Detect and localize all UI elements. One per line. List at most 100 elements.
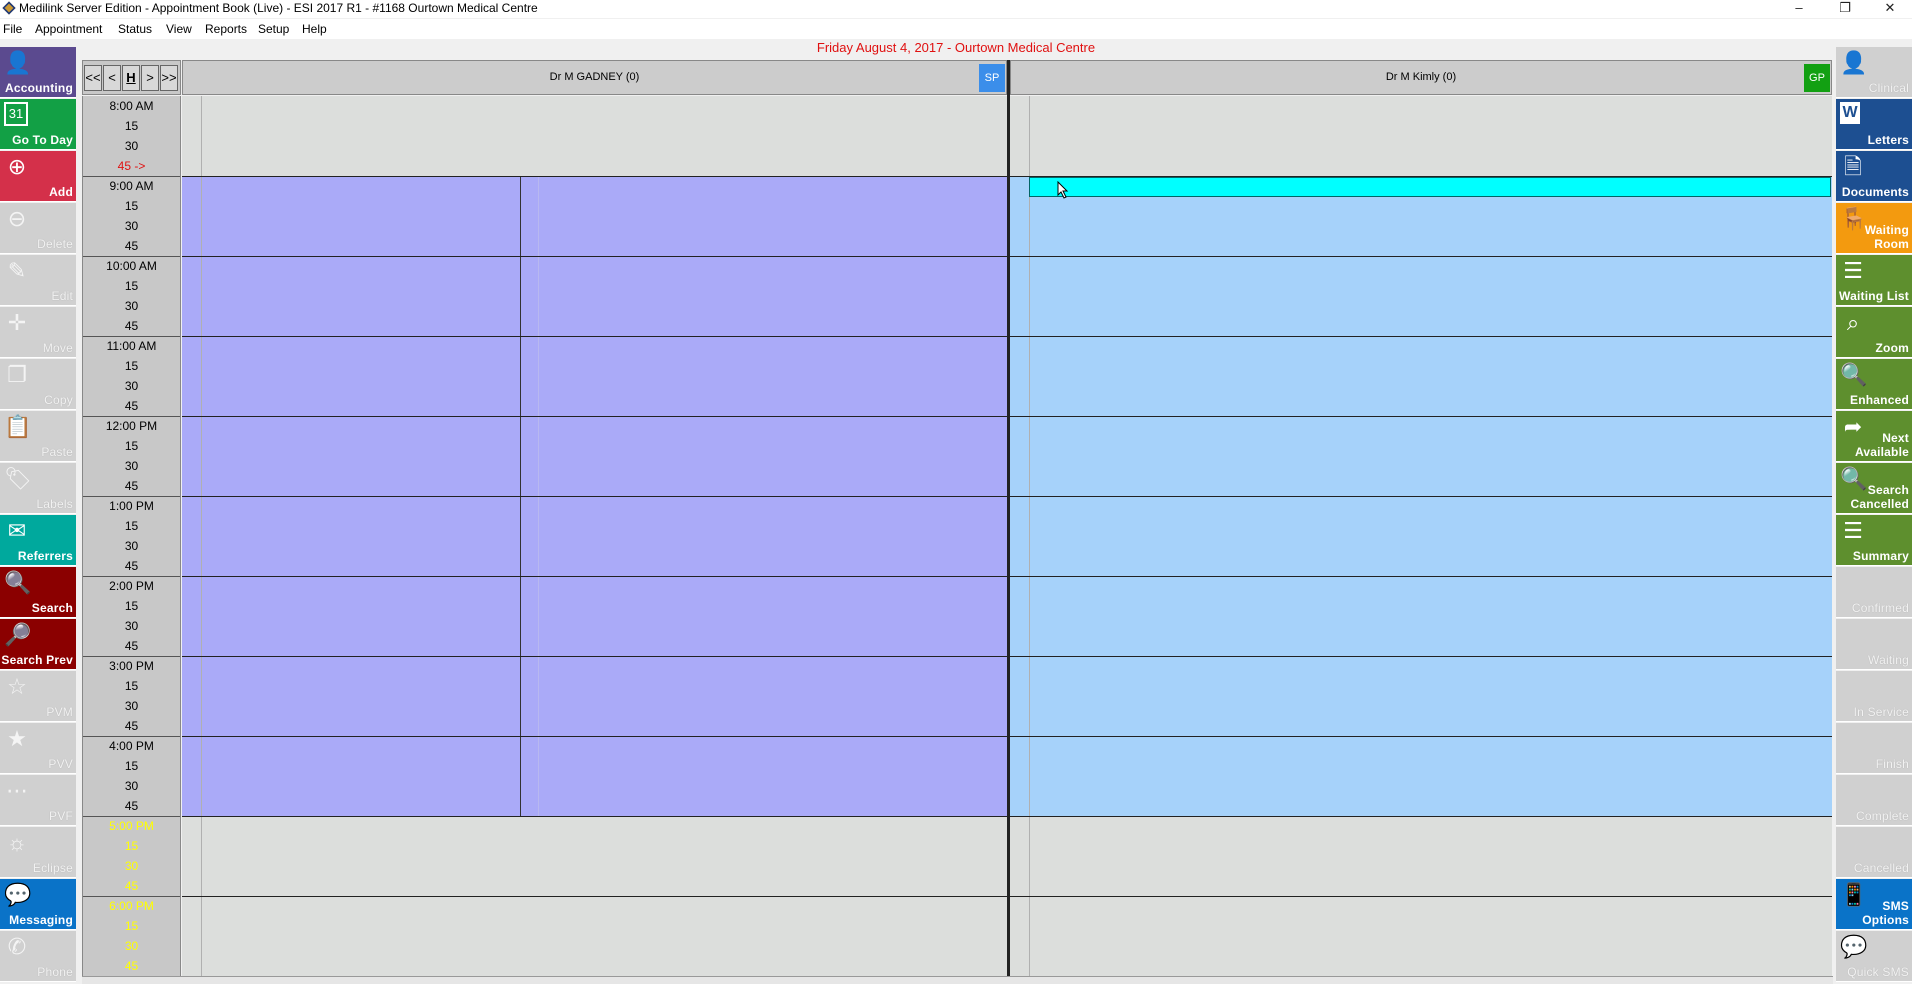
right-in-service-button[interactable]: In Service xyxy=(1836,671,1912,722)
hour-divider xyxy=(1010,736,1832,737)
right-next-available-button[interactable]: ➦ Next Available xyxy=(1836,411,1912,462)
quarter-label: 45 xyxy=(124,719,139,733)
right-letters-button[interactable]: W Letters xyxy=(1836,99,1912,150)
menu-reports[interactable]: Reports xyxy=(205,19,247,39)
hour-divider xyxy=(83,736,180,737)
toolbar-button-label: Search Prev xyxy=(1,653,73,667)
quarter-label: 15 xyxy=(124,199,139,213)
right-waiting-button[interactable]: Waiting xyxy=(1836,619,1912,670)
hour-label: 6:00 PM xyxy=(109,899,154,913)
toolbar-button-label: Confirmed xyxy=(1851,601,1909,615)
right-summary-button[interactable]: ☰ Summary xyxy=(1836,515,1912,566)
right-search-cancelled-button[interactable]: 🔍 Search Cancelled xyxy=(1836,463,1912,514)
toolbar-button-label: PVM xyxy=(46,705,73,719)
quarter-label: 30 xyxy=(124,699,139,713)
left-paste-button[interactable]: 📋 Paste xyxy=(0,411,76,462)
toolbar-button-label: Cancelled xyxy=(1853,861,1909,875)
previous-day-button[interactable]: < xyxy=(103,65,121,91)
person-card-icon: 👤 xyxy=(4,50,32,75)
hour-divider xyxy=(1010,336,1832,337)
left-pvm-button[interactable]: ☆ PVM xyxy=(0,671,76,722)
quarter-label: 45 xyxy=(124,639,139,653)
restore-icon[interactable]: ❐ xyxy=(1822,0,1868,18)
left-go-to-day-button[interactable]: 31 Go To Day xyxy=(0,99,76,150)
plus-circle-icon: ⊕ xyxy=(7,154,27,179)
search-back-icon: 🔎 xyxy=(4,622,32,647)
left-phone-button[interactable]: ✆ Phone xyxy=(0,931,76,982)
right-finish-button[interactable]: Finish xyxy=(1836,723,1912,774)
left-delete-button[interactable]: ⊖ Delete xyxy=(0,203,76,254)
menu-file[interactable]: File xyxy=(3,19,22,39)
minimize-icon[interactable]: – xyxy=(1776,0,1822,18)
toolbar-button-label: Documents xyxy=(1841,185,1909,199)
quarter-label: 45 xyxy=(124,399,139,413)
left-search-button[interactable]: 🔍 Search xyxy=(0,567,76,618)
left-eclipse-button[interactable]: ☼ Eclipse xyxy=(0,827,76,878)
schedule-column-kimly[interactable] xyxy=(1010,96,1832,976)
left-add-button[interactable]: ⊕ Add xyxy=(0,151,76,202)
hour-divider xyxy=(1010,656,1832,657)
chat-icon: 💬 xyxy=(1840,934,1868,959)
last-day-button[interactable]: >> xyxy=(160,65,178,91)
quarter-label: 30 xyxy=(124,619,139,633)
quarter-label: 45 xyxy=(124,799,139,813)
menu-appointment[interactable]: Appointment xyxy=(35,19,102,39)
right-sms-options-button[interactable]: 📱 SMS Options xyxy=(1836,879,1912,930)
right-complete-button[interactable]: Complete xyxy=(1836,775,1912,826)
hour-divider xyxy=(182,336,1007,337)
toolbar-button-label: Labels xyxy=(36,497,73,511)
toolbar-button-label: Enhanced xyxy=(1850,393,1909,407)
left-copy-button[interactable]: ❐ Copy xyxy=(0,359,76,410)
schedule-column-gadney[interactable] xyxy=(182,96,1007,976)
doctor-header-gadney[interactable]: Dr M GADNEY (0) SP xyxy=(182,60,1007,95)
toolbar-button-label: Waiting xyxy=(1868,653,1909,667)
left-edit-button[interactable]: ✎ Edit xyxy=(0,255,76,306)
hour-divider xyxy=(1010,496,1832,497)
doctor-header-kimly[interactable]: Dr M Kimly (0) GP xyxy=(1010,60,1832,95)
hour-divider xyxy=(83,416,180,417)
right-waiting-list-button[interactable]: ☰ Waiting List xyxy=(1836,255,1912,306)
right-quick-sms-button[interactable]: 💬 Quick SMS xyxy=(1836,931,1912,982)
right-zoom-button[interactable]: ⌕ Zoom xyxy=(1836,307,1912,358)
right-clinical-button[interactable]: 👤 Clinical xyxy=(1836,47,1912,98)
menu-setup[interactable]: Setup xyxy=(258,19,289,39)
left-search-prev-button[interactable]: 🔎 Search Prev xyxy=(0,619,76,670)
home-today-button[interactable]: H xyxy=(122,65,140,91)
menu-view[interactable]: View xyxy=(166,19,192,39)
left-referrers-button[interactable]: ✉ Referrers xyxy=(0,515,76,566)
specialty-badge: GP xyxy=(1804,64,1830,92)
hour-divider xyxy=(83,656,180,657)
left-messaging-button[interactable]: 💬 Messaging xyxy=(0,879,76,930)
right-documents-button[interactable]: 🗎 Documents xyxy=(1836,151,1912,202)
toolbar-button-label: Waiting List xyxy=(1839,289,1909,303)
selected-appointment-slot[interactable] xyxy=(1029,177,1831,197)
left-pvf-button[interactable]: ⋯ PVF xyxy=(0,775,76,826)
left-labels-button[interactable]: 🏷 Labels xyxy=(0,463,76,514)
menu-help[interactable]: Help xyxy=(302,19,327,39)
quarter-label: 15 xyxy=(124,439,139,453)
phone-icon: ✆ xyxy=(7,934,27,959)
horizontal-scrollbar[interactable] xyxy=(82,976,1833,984)
tag-icon: 🏷 xyxy=(4,466,32,491)
quarter-label: 15 xyxy=(124,839,139,853)
toolbar-button-label: PVF xyxy=(49,809,73,823)
right-waiting-room-button[interactable]: 🪑 Waiting Room xyxy=(1836,203,1912,254)
left-pvv-button[interactable]: ★ PVV xyxy=(0,723,76,774)
next-day-button[interactable]: > xyxy=(141,65,159,91)
date-navigation: << < H > >> xyxy=(82,60,181,95)
toolbar-button-label: Clinical xyxy=(1868,81,1909,95)
hour-divider xyxy=(1010,416,1832,417)
right-enhanced-button[interactable]: 🔍 Enhanced xyxy=(1836,359,1912,410)
left-move-button[interactable]: ✛ Move xyxy=(0,307,76,358)
quarter-label: 45 xyxy=(124,879,139,893)
right-cancelled-button[interactable]: Cancelled xyxy=(1836,827,1912,878)
toolbar-button-label: Complete xyxy=(1856,809,1909,823)
toolbar-button-label: Delete xyxy=(37,237,73,251)
menu-status[interactable]: Status xyxy=(118,19,152,39)
close-icon[interactable]: ✕ xyxy=(1867,0,1912,18)
toolbar-button-label: Quick SMS xyxy=(1847,965,1909,979)
hour-label: 9:00 AM xyxy=(109,179,154,193)
left-accounting-button[interactable]: 👤 Accounting xyxy=(0,47,76,98)
first-day-button[interactable]: << xyxy=(84,65,102,91)
right-confirmed-button[interactable]: Confirmed xyxy=(1836,567,1912,618)
